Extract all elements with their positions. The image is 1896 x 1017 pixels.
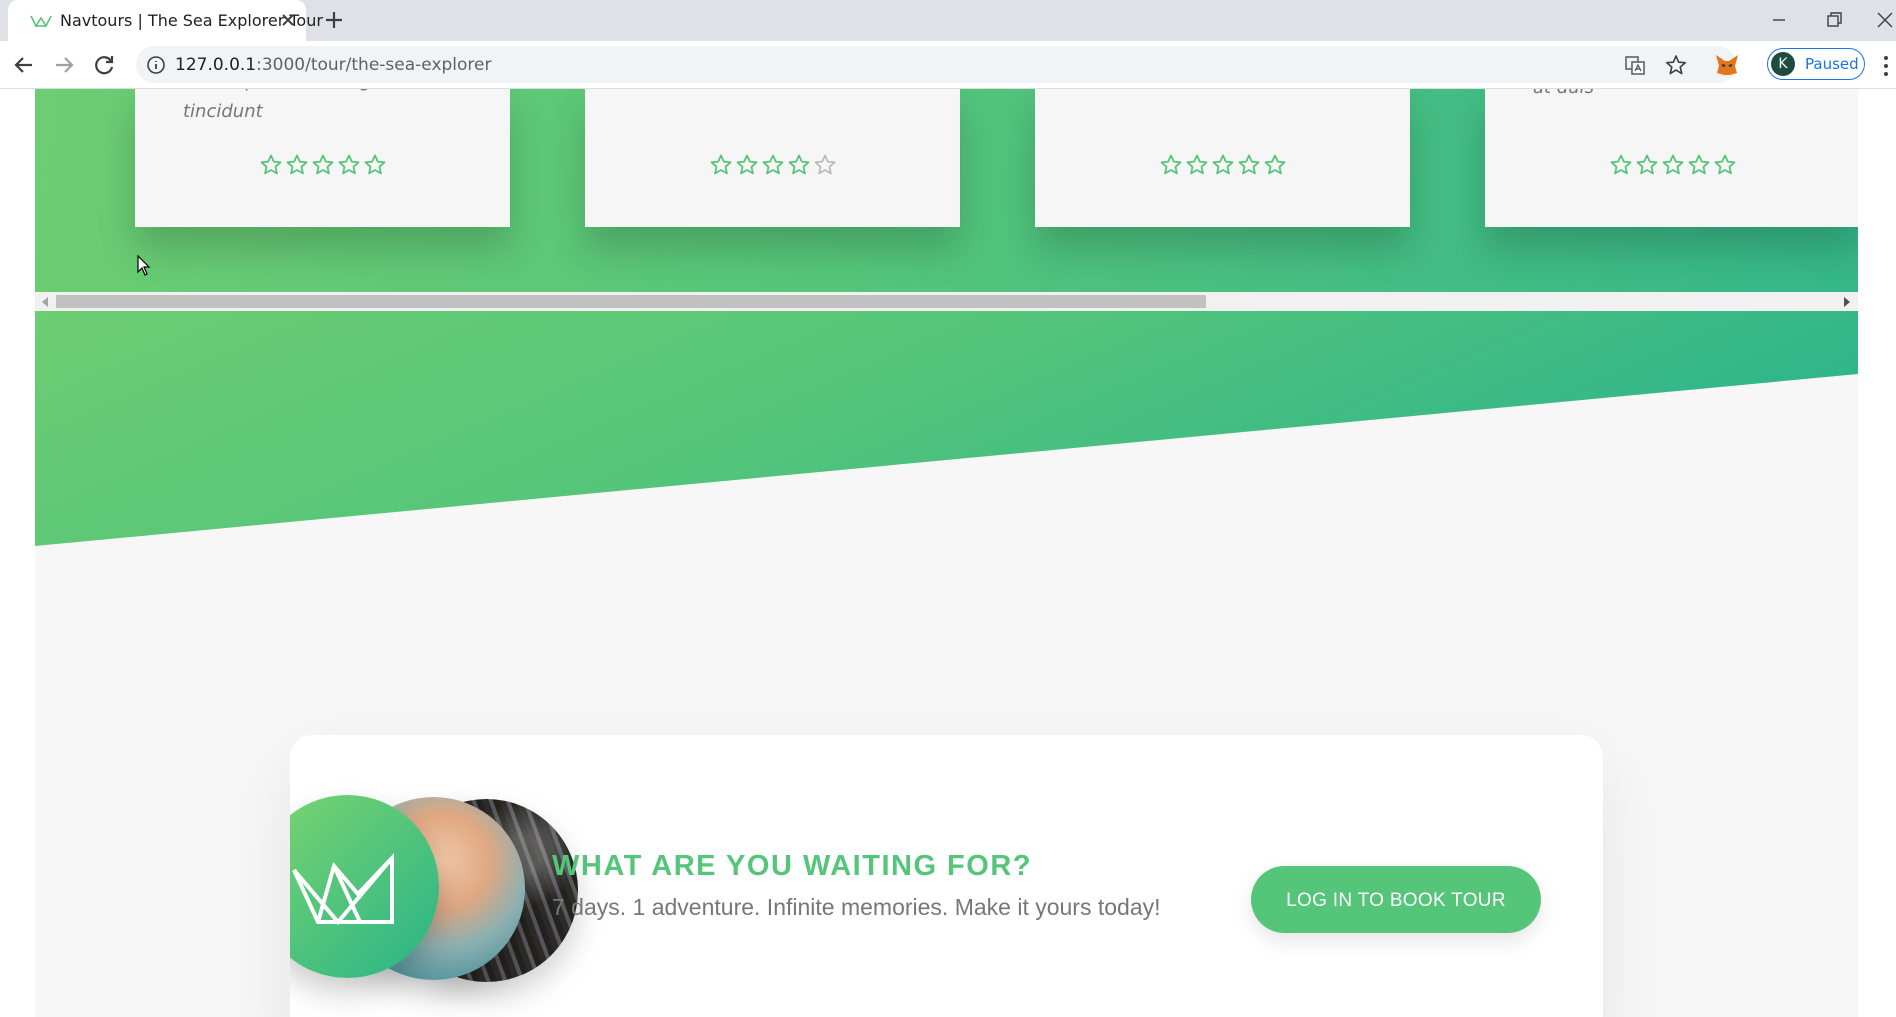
reviews-section: mattis praesent feugiat sit nascetur a t… — [35, 89, 1858, 311]
minimize-icon[interactable] — [1764, 6, 1794, 34]
star-active-icon — [1264, 154, 1285, 175]
star-active-icon — [1610, 154, 1631, 175]
review-card: at duis — [1485, 89, 1858, 227]
tour-page: mattis praesent feugiat sit nascetur a t… — [35, 89, 1858, 1017]
green-slanted-divider — [35, 311, 1858, 546]
close-tab-icon[interactable] — [278, 10, 298, 30]
browser-tab[interactable]: Navtours | The Sea Explorer Tour — [8, 0, 323, 41]
star-active-icon — [1186, 154, 1207, 175]
star-active-icon — [788, 154, 809, 175]
reload-icon[interactable] — [90, 51, 118, 79]
url-text[interactable]: 127.0.0.1:3000/tour/the-sea-explorer — [175, 55, 492, 75]
browser-tab-bar: Navtours | The Sea Explorer Tour — [0, 0, 1896, 41]
translate-icon[interactable] — [1624, 54, 1646, 76]
star-active-icon — [1688, 154, 1709, 175]
bookmark-star-icon[interactable] — [1665, 54, 1687, 76]
book-tour-cta: WHAT ARE YOU WAITING FOR? 7 days. 1 adve… — [290, 735, 1603, 1017]
close-window-icon[interactable] — [1870, 6, 1896, 34]
metamask-extension-icon[interactable] — [1714, 53, 1740, 77]
review-rating — [135, 153, 510, 179]
profile-button[interactable]: K Paused — [1767, 48, 1865, 80]
navtours-favicon-icon — [30, 15, 52, 28]
back-arrow-icon[interactable] — [10, 51, 38, 79]
restore-icon[interactable] — [1819, 6, 1849, 34]
mouse-cursor-icon — [137, 255, 151, 276]
site-info-icon[interactable] — [146, 55, 166, 75]
star-inactive-icon — [814, 154, 835, 175]
star-active-icon — [1160, 154, 1181, 175]
cta-text: 7 days. 1 adventure. Infinite memories. … — [552, 894, 1161, 920]
crown-logo-icon — [292, 852, 394, 926]
cta-title: WHAT ARE YOU WAITING FOR? — [552, 850, 1032, 882]
review-card: mattis praesent feugiat sit nascetur a t… — [135, 89, 523, 227]
page-viewport: mattis praesent feugiat sit nascetur a t… — [0, 89, 1896, 1017]
scrollbar-thumb[interactable] — [56, 295, 1206, 308]
review-card — [585, 89, 960, 227]
star-active-icon — [736, 154, 757, 175]
scroll-right-arrow-icon[interactable] — [1843, 297, 1851, 307]
star-active-icon — [312, 154, 333, 175]
star-active-icon — [762, 154, 783, 175]
star-active-icon — [364, 154, 385, 175]
address-bar[interactable]: 127.0.0.1:3000/tour/the-sea-explorer — [136, 46, 1736, 83]
scroll-left-arrow-icon[interactable] — [41, 297, 49, 307]
browser-toolbar: 127.0.0.1:3000/tour/the-sea-explorer K P… — [0, 41, 1896, 89]
review-card — [1035, 89, 1410, 227]
star-active-icon — [1714, 154, 1735, 175]
new-tab-icon[interactable] — [323, 9, 345, 31]
star-active-icon — [338, 154, 359, 175]
star-active-icon — [1212, 154, 1233, 175]
review-text-line: tincidunt — [183, 101, 263, 122]
review-rating — [1485, 153, 1858, 179]
more-menu-icon[interactable] — [1882, 55, 1890, 77]
star-active-icon — [1636, 154, 1657, 175]
review-text-line: at duis — [1533, 89, 1594, 103]
star-active-icon — [260, 154, 281, 175]
star-active-icon — [286, 154, 307, 175]
review-text-line: mattis praesent feugiat sit nascetur a — [183, 89, 523, 97]
star-active-icon — [710, 154, 731, 175]
profile-status: Paused — [1805, 55, 1859, 73]
url-host: 127.0.0.1 — [175, 55, 257, 75]
url-path: :3000/tour/the-sea-explorer — [256, 55, 492, 75]
review-rating — [585, 153, 960, 179]
avatar: K — [1771, 52, 1795, 76]
log-in-to-book-tour-button[interactable]: LOG IN TO BOOK TOUR — [1251, 866, 1541, 933]
forward-arrow-icon[interactable] — [50, 51, 78, 79]
horizontal-scrollbar[interactable] — [35, 292, 1858, 311]
star-active-icon — [1662, 154, 1683, 175]
review-rating — [1035, 153, 1410, 179]
star-active-icon — [1238, 154, 1259, 175]
